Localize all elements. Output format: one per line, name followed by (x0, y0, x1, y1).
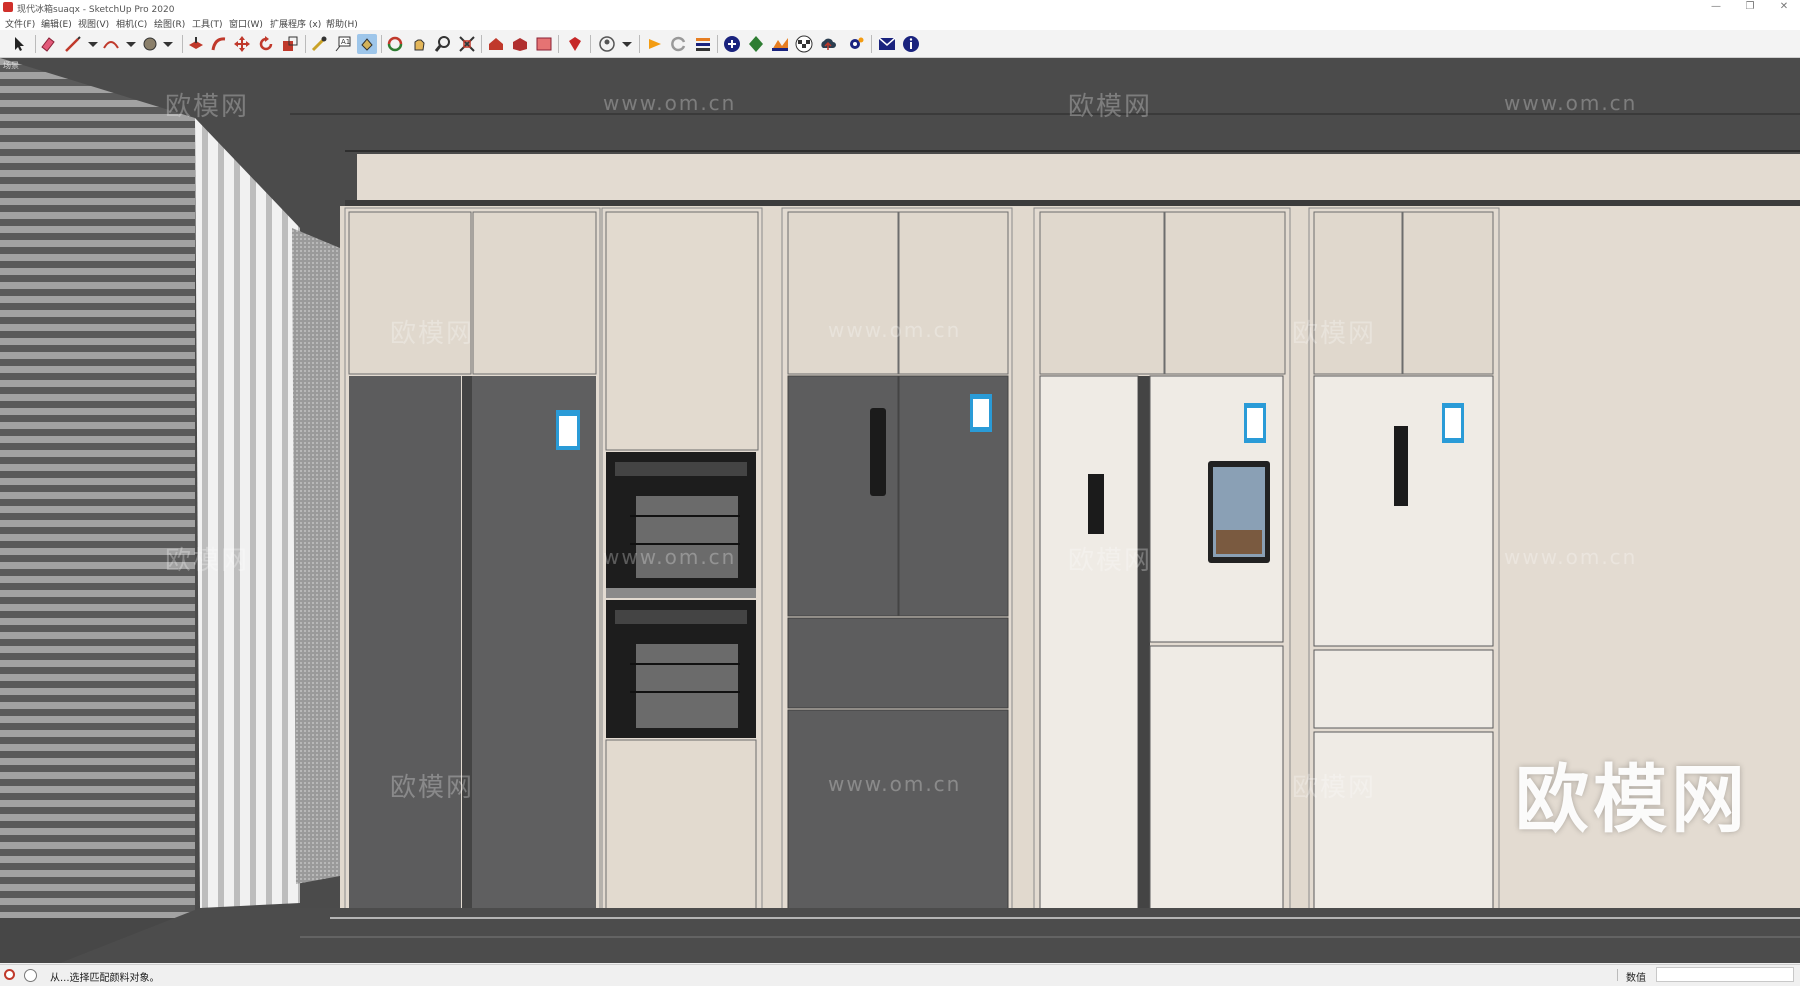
settings-icon[interactable] (846, 34, 866, 54)
status-bar: 从...选择匹配颜料对象。 数值 (0, 964, 1800, 986)
toolbar-separator (871, 35, 872, 53)
chevron-down-icon[interactable] (158, 34, 178, 54)
watermark-text: 欧模网 (1292, 319, 1377, 349)
restore-button[interactable]: ❐ (1736, 0, 1764, 15)
watermark-text: 欧模网 (165, 92, 250, 122)
brand-watermark: 欧模网 (1515, 757, 1749, 843)
menu-view[interactable]: 视图(V) (78, 17, 109, 30)
scale-icon[interactable] (280, 34, 300, 54)
watermark-url: www.om.cn (1504, 545, 1638, 569)
paint-bucket-icon[interactable] (357, 34, 377, 54)
menu-camera[interactable]: 相机(C) (116, 17, 147, 30)
zoom-icon[interactable] (433, 34, 453, 54)
move-icon[interactable] (232, 34, 252, 54)
model-viewport[interactable]: 场景 欧模网 www.om.cn 欧模网 www.om.cn 欧模网 www.o… (0, 58, 1800, 963)
watermark-text: 欧模网 (390, 773, 475, 803)
refresh-icon[interactable] (669, 34, 689, 54)
toolbar-separator (305, 35, 306, 53)
sandbox-icon[interactable] (693, 34, 713, 54)
watermark-url: www.om.cn (603, 545, 737, 569)
follow-me-icon[interactable] (209, 34, 229, 54)
warehouse-icon[interactable] (486, 34, 506, 54)
tape-measure-icon[interactable] (309, 34, 329, 54)
menu-edit[interactable]: 编辑(E) (41, 17, 72, 30)
checker-icon[interactable] (794, 34, 814, 54)
eraser-icon[interactable] (38, 34, 58, 54)
menu-file[interactable]: 文件(F) (5, 17, 35, 30)
mail-icon[interactable] (877, 34, 897, 54)
geo-location-icon[interactable] (4, 969, 15, 980)
watermark-text: 欧模网 (1068, 92, 1153, 122)
watermark-text: 欧模网 (1068, 546, 1153, 576)
account-icon[interactable] (597, 34, 617, 54)
extension-warehouse-icon[interactable] (510, 34, 530, 54)
minimize-button[interactable]: — (1702, 0, 1730, 15)
toolbar-separator (717, 35, 718, 53)
close-button[interactable]: ✕ (1770, 0, 1798, 15)
status-separator (1617, 969, 1618, 981)
measurements-label: 数值 (1626, 973, 1646, 984)
menu-window[interactable]: 窗口(W) (229, 17, 263, 30)
svg-text:A1: A1 (341, 38, 350, 46)
chevron-down-icon[interactable] (617, 34, 637, 54)
toolbar-separator (35, 35, 36, 53)
pan-icon[interactable] (409, 34, 429, 54)
menu-tools[interactable]: 工具(T) (192, 17, 223, 30)
orbit-icon[interactable] (385, 34, 405, 54)
sketchup-app-icon (3, 2, 13, 12)
chevron-down-icon[interactable] (121, 34, 141, 54)
watermark-text: 欧模网 (1292, 773, 1377, 803)
add-location-icon[interactable] (645, 34, 665, 54)
tree-icon[interactable] (746, 34, 766, 54)
status-message: 从...选择匹配颜料对象。 (50, 973, 160, 984)
add-icon[interactable] (722, 34, 742, 54)
title-bar: 现代冰箱suaqx - SketchUp Pro 2020 — ❐ ✕ (0, 0, 1800, 15)
info-icon[interactable] (24, 969, 37, 982)
layout-icon[interactable] (534, 34, 554, 54)
watermark-url: www.om.cn (1504, 91, 1638, 115)
scene-tab[interactable]: 场景 (3, 60, 19, 71)
arc-icon[interactable] (101, 34, 121, 54)
terrain-icon[interactable] (770, 34, 790, 54)
line-icon[interactable] (63, 34, 83, 54)
watermark-url: www.om.cn (828, 772, 962, 796)
measurements-input[interactable] (1656, 967, 1794, 982)
chevron-down-icon[interactable] (83, 34, 103, 54)
toolbar-separator (381, 35, 382, 53)
menu-bar: 文件(F) 编辑(E) 视图(V) 相机(C) 绘图(R) 工具(T) 窗口(W… (0, 15, 1800, 30)
watermark-url: www.om.cn (603, 91, 737, 115)
watermark-text: 欧模网 (390, 319, 475, 349)
menu-extensions[interactable]: 扩展程序 (x) (270, 17, 321, 30)
watermark-url: www.om.cn (828, 318, 962, 342)
toolbar-separator (590, 35, 591, 53)
main-toolbar: A1 (0, 30, 1800, 58)
menu-help[interactable]: 帮助(H) (326, 17, 358, 30)
info-icon[interactable] (901, 34, 921, 54)
toolbar-separator (558, 35, 559, 53)
shape-icon[interactable] (140, 34, 160, 54)
toolbar-separator (182, 35, 183, 53)
window-title: 现代冰箱suaqx - SketchUp Pro 2020 (17, 5, 175, 15)
toolbar-separator (481, 35, 482, 53)
rotate-icon[interactable] (256, 34, 276, 54)
push-pull-icon[interactable] (186, 34, 206, 54)
text-icon[interactable]: A1 (333, 34, 353, 54)
watermark-text: 欧模网 (165, 546, 250, 576)
toolbar-separator (639, 35, 640, 53)
ruby-icon[interactable] (565, 34, 585, 54)
cloud-icon[interactable] (818, 34, 838, 54)
zoom-extents-icon[interactable] (457, 34, 477, 54)
menu-draw[interactable]: 绘图(R) (154, 17, 185, 30)
select-icon[interactable] (9, 34, 29, 54)
